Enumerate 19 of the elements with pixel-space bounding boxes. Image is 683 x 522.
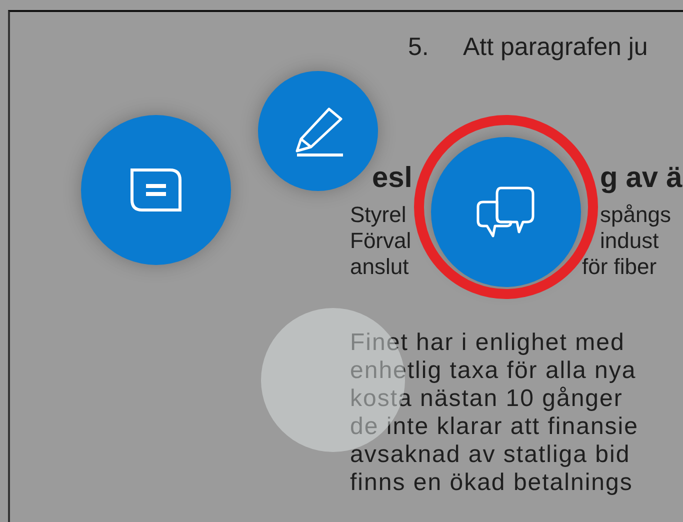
comments-button[interactable] [431, 137, 581, 287]
comments-icon [475, 184, 537, 240]
heading-text: esl [372, 161, 412, 196]
body-text: Styrel [350, 202, 406, 228]
body-text: kosta nästan 10 gånger [350, 385, 623, 413]
body-text: enhetlig taxa för alla nya [350, 357, 636, 385]
heading-text: g av ä [600, 161, 682, 196]
body-text: avsaknad av statliga bid [350, 441, 630, 469]
body-text: för fiber [582, 254, 657, 280]
body-text: spångs [600, 202, 671, 228]
body-text: Finet har i enlighet med [350, 329, 625, 357]
body-text: indust [600, 228, 659, 254]
list-item-text: Att paragrafen ju [463, 32, 648, 62]
body-text: anslut [350, 254, 409, 280]
body-text: finns en ökad betalnings [350, 469, 633, 497]
list-number: 5. [408, 32, 430, 62]
note-icon [130, 168, 182, 212]
body-text: de inte klarar att finansie [350, 413, 638, 441]
body-text: Förval [350, 228, 412, 254]
